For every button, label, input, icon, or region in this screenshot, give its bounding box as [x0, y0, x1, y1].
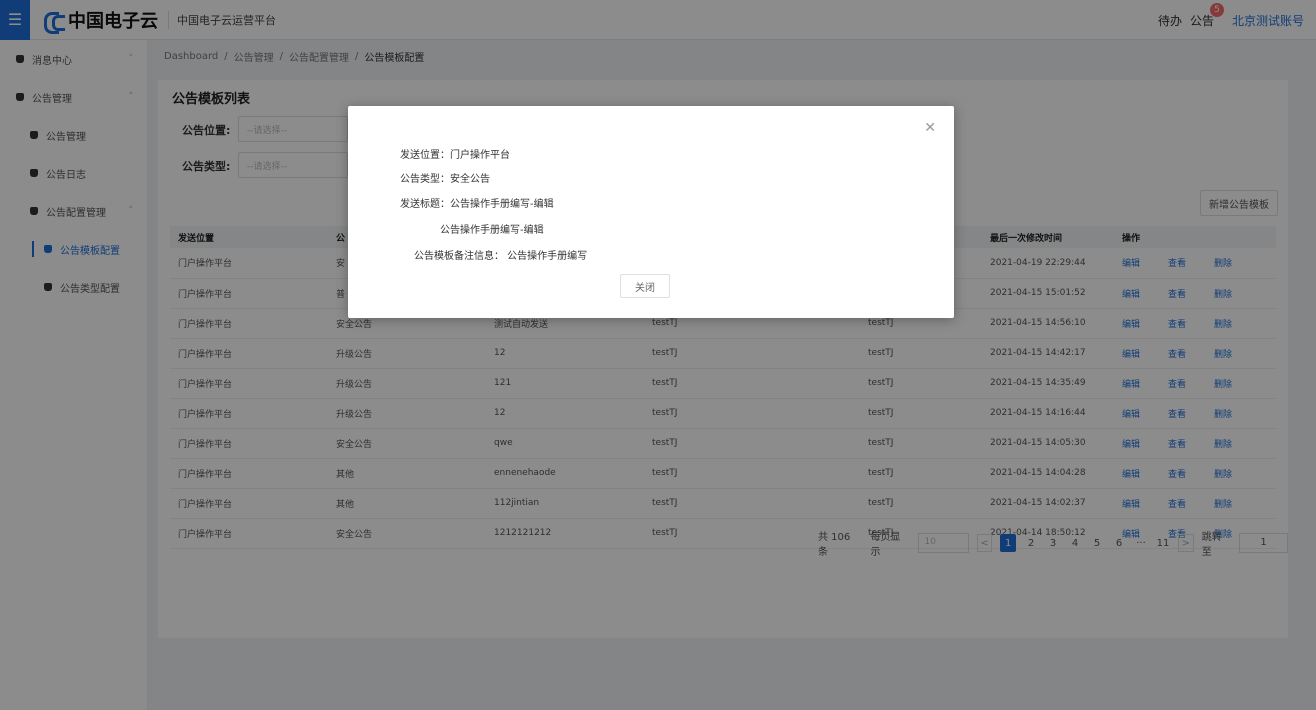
send-title-text: 发送标题：公告操作手册编写-编辑: [400, 199, 554, 210]
template-remark-text: 公告模板备注信息： 公告操作手册编写: [414, 251, 588, 262]
send-position-text: 发送位置：门户操作平台: [400, 150, 510, 161]
template-detail-dialog: ✕ 发送位置：门户操作平台 公告类型：安全公告 发送标题：公告操作手册编写-编辑…: [348, 106, 954, 318]
notice-type-text: 公告类型：安全公告: [400, 174, 490, 185]
notice-content-text: 公告操作手册编写-编辑: [440, 225, 544, 236]
close-button[interactable]: 关闭: [620, 274, 670, 298]
close-icon[interactable]: ✕: [924, 120, 936, 136]
